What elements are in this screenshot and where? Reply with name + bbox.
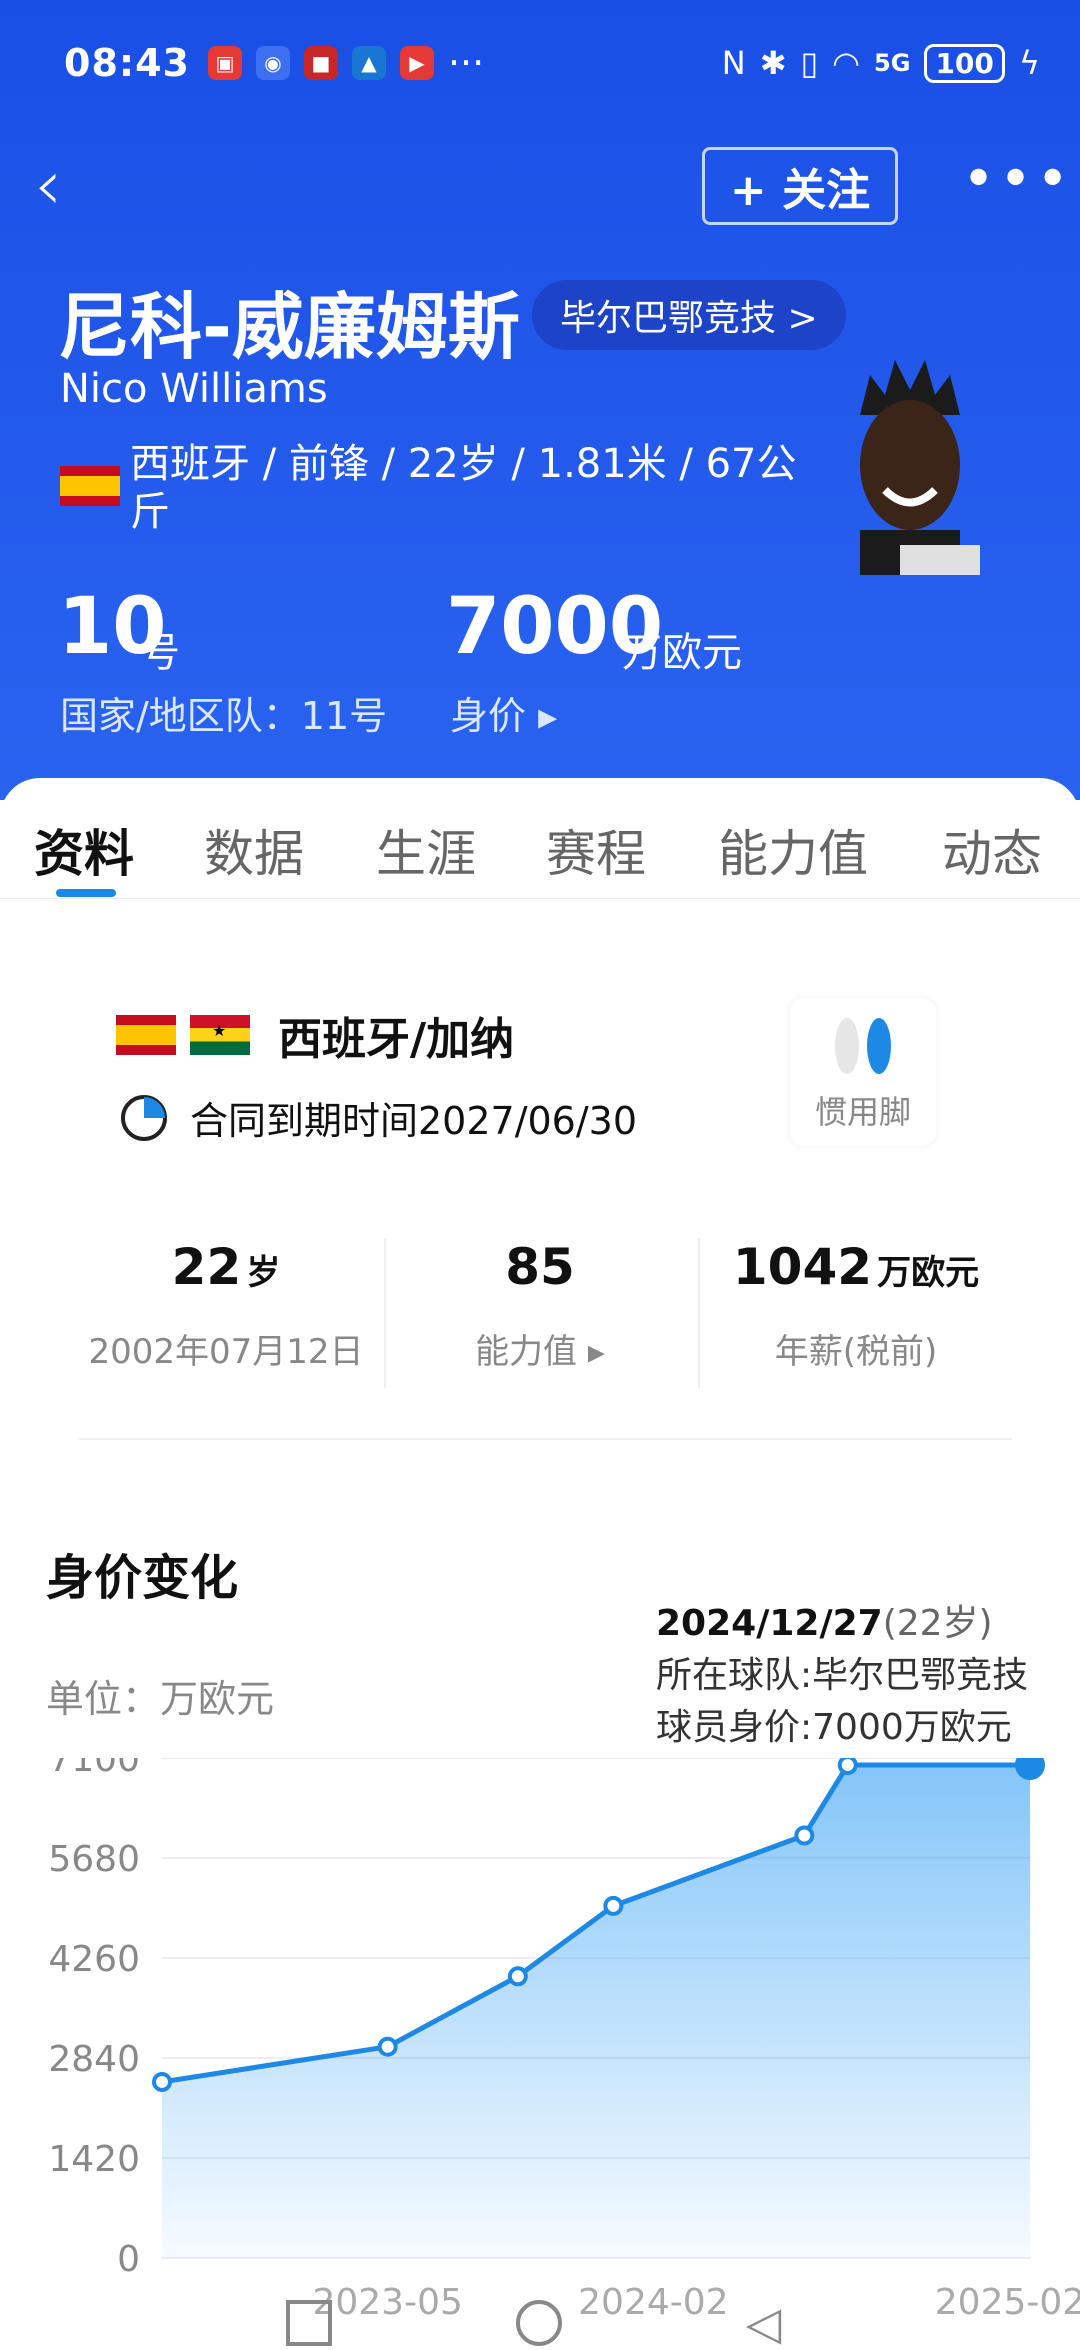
nfc-icon: N [721,44,746,82]
recent-apps-button[interactable] [286,2300,332,2346]
back-nav-button[interactable]: ◁ [746,2300,781,2346]
more-notifications: ··· [447,41,485,85]
y-tick-label: 4260 [48,1939,140,1980]
back-button[interactable]: ‹ [34,150,62,220]
status-bar: 08:43 ▣ ◉ ■ ▲ ▶ ··· N ✱ ▯ ◠ 5G 100 ϟ [64,38,1040,88]
salary-stat: 1042 万欧元 年薪(税前) [686,1238,1026,1373]
chart-tooltip: 2024/12/27(22岁) 所在球队:毕尔巴鄂竞技 球员身价:7000万欧元 [634,1578,1080,1748]
tooltip-value: 球员身价:7000万欧元 [656,1707,1012,1748]
vibrate-icon: ▯ [800,44,819,82]
tab-career[interactable]: 生涯 [376,814,476,886]
player-header: 08:43 ▣ ◉ ■ ▲ ▶ ··· N ✱ ▯ ◠ 5G 100 ϟ ‹ +… [0,0,1080,800]
ability-stat[interactable]: 85 能力值 ▸ [370,1238,710,1373]
data-point [603,1895,624,1916]
tab-indicator [56,889,116,897]
battery-icon: 100 [924,43,1005,83]
data-point [837,1758,858,1776]
data-point [507,1966,528,1987]
tab-ability[interactable]: 能力值 [718,814,868,886]
tab-profile[interactable]: 资料 [34,814,134,886]
y-tick-label: 2840 [48,2039,140,2080]
national-shirt: 国家/地区队：11号 [60,694,388,738]
age-stat: 22 岁 2002年07月12日 [56,1238,396,1373]
player-photo [860,360,980,575]
contract-row: 合同到期时间2027/06/30 [118,1090,637,1145]
ghana-flag-icon [190,1015,250,1055]
preferred-foot-label: 惯用脚 [814,1093,911,1131]
app-notification-icon: ◉ [255,46,290,80]
value-chart[interactable]: 7100568042602840142002023-05 2024-02 2025-… [0,1758,1080,2318]
club-link[interactable]: 毕尔巴鄂竞技 > [532,280,846,350]
tab-schedule[interactable]: 赛程 [546,814,646,886]
data-point [794,1825,815,1846]
content-panel: 资料 数据 生涯 赛程 能力值 动态 西班牙/加纳 合同到期时间2027/06/… [0,778,1080,2340]
system-nav-bar: ◁ [0,2260,1080,2346]
app-notification-icon: ▲ [351,46,386,80]
data-point [1015,1758,1045,1781]
y-tick-label: 7100 [48,1758,140,1780]
status-time: 08:43 [64,41,190,85]
age-unit: 岁 [246,1253,281,1293]
ability-value: 85 [505,1238,575,1296]
shirt-unit: 号 [140,630,180,676]
birth-date: 2002年07月12日 [88,1332,364,1372]
spain-flag-icon [116,1015,176,1055]
salary-label: 年薪(税前) [774,1332,938,1372]
tooltip-date: 2024/12/27 [656,1603,883,1644]
section-title: 身价变化 [46,1550,239,1606]
charging-icon: ϟ [1018,44,1040,82]
ability-label[interactable]: 能力值 ▸ [370,1324,710,1373]
data-point [377,2036,398,2057]
tab-data[interactable]: 数据 [204,814,304,886]
app-notification-icon: ▶ [399,46,434,80]
market-value-unit: 万欧元 [622,630,742,676]
age-value: 22 [171,1238,242,1296]
feet-icon [835,1018,891,1074]
contract-clock-icon [121,1094,167,1141]
player-name: 尼科-威廉姆斯 [58,285,520,369]
y-tick-label: 1420 [48,2139,140,2180]
player-name-en: Nico Williams [60,366,328,412]
player-info: 西班牙 / 前锋 / 22岁 / 1.81米 / 67公斤 [130,441,797,535]
tooltip-age: (22岁) [882,1603,993,1644]
tooltip-team: 所在球队:毕尔巴鄂竞技 [656,1655,1029,1696]
salary-unit: 万欧元 [877,1253,980,1293]
preferred-foot-card[interactable]: 惯用脚 [790,998,936,1146]
data-point [152,2071,172,2092]
home-button[interactable] [516,2300,562,2346]
tab-bar: 资料 数据 生涯 赛程 能力值 动态 [0,778,1080,899]
divider [78,1438,1012,1440]
salary-value: 1042 [732,1238,873,1296]
contract-expiry: 合同到期时间2027/06/30 [190,1099,638,1143]
app-notification-icon: ▣ [207,46,242,80]
chart-unit: 单位：万欧元 [46,1677,275,1721]
signal-icon: 5G [874,49,911,77]
nationality-row: 西班牙/加纳 [116,1003,514,1067]
bluetooth-icon: ✱ [759,44,787,82]
area-fill [162,1765,1030,2258]
spain-flag-icon [60,466,120,506]
nationality: 西班牙/加纳 [278,1014,515,1065]
tab-news[interactable]: 动态 [942,814,1042,886]
app-notification-icon: ■ [303,46,338,80]
more-icon[interactable]: ••• [962,152,1073,208]
follow-button[interactable]: + 关注 [702,147,898,225]
wifi-icon: ◠ [832,44,861,82]
market-value-link[interactable]: 身价 ▸ [450,685,557,740]
y-tick-label: 5680 [48,1839,140,1880]
